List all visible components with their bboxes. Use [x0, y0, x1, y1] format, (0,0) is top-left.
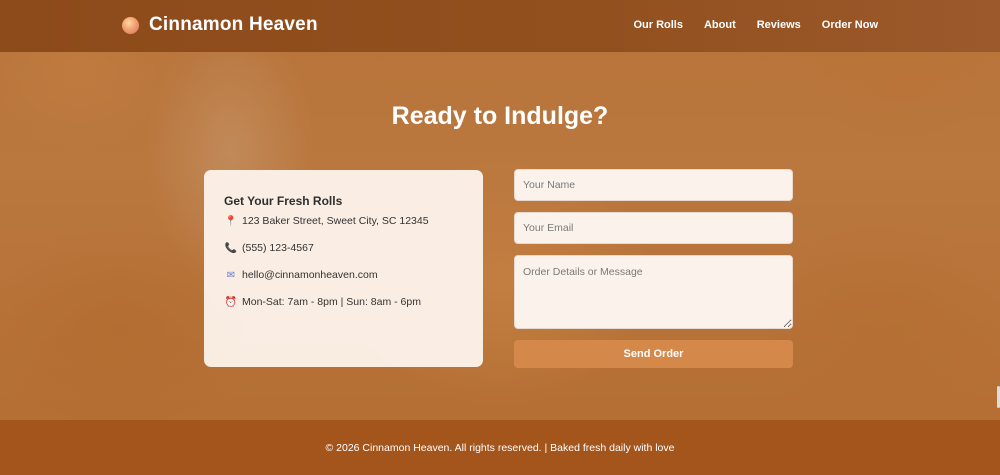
name-input[interactable]: [514, 169, 793, 201]
nav-link-reviews[interactable]: Reviews: [757, 19, 801, 31]
alarm-clock-icon: ⏰: [224, 296, 238, 308]
phone-icon: 📞: [224, 242, 238, 254]
map-pin-icon: 📍: [224, 215, 238, 227]
info-card-title: Get Your Fresh Rolls: [224, 194, 343, 208]
brand-logo[interactable]: Cinnamon Heaven: [122, 14, 318, 36]
address-text: 123 Baker Street, Sweet City, SC 12345: [242, 215, 429, 227]
hours-text: Mon-Sat: 7am - 8pm | Sun: 8am - 6pm: [242, 296, 421, 308]
envelope-icon: ✉: [226, 269, 236, 281]
cinnamon-roll-icon: [122, 16, 139, 34]
phone-text: (555) 123-4567: [242, 242, 314, 254]
brand-name: Cinnamon Heaven: [149, 14, 318, 35]
footer-text: © 2026 Cinnamon Heaven. All rights reser…: [325, 441, 675, 454]
email-input[interactable]: [514, 212, 793, 244]
email-row: ✉ hello@cinnamonheaven.com: [224, 267, 463, 283]
nav-links: Our Rolls About Reviews Order Now: [612, 19, 878, 31]
nav-link-about[interactable]: About: [704, 19, 736, 31]
nav-link-our-rolls[interactable]: Our Rolls: [633, 19, 683, 31]
page-headline: Ready to Indulge?: [391, 102, 609, 130]
hours-row: ⏰ Mon-Sat: 7am - 8pm | Sun: 8am - 6pm: [224, 294, 463, 310]
phone-row: 📞 (555) 123-4567: [224, 240, 463, 256]
send-order-button[interactable]: Send Order: [514, 340, 793, 368]
navbar: Cinnamon Heaven Our Rolls About Reviews …: [0, 0, 1000, 52]
contact-info-card: Get Your Fresh Rolls 📍 123 Baker Street,…: [204, 170, 483, 367]
nav-link-order-now[interactable]: Order Now: [822, 19, 878, 31]
footer: © 2026 Cinnamon Heaven. All rights reser…: [0, 420, 1000, 475]
hero-overlay: [0, 0, 1000, 420]
order-form: Send Order: [514, 169, 793, 368]
email-text: hello@cinnamonheaven.com: [242, 269, 378, 281]
message-textarea[interactable]: [514, 255, 793, 329]
address-row: 📍 123 Baker Street, Sweet City, SC 12345: [224, 213, 463, 229]
